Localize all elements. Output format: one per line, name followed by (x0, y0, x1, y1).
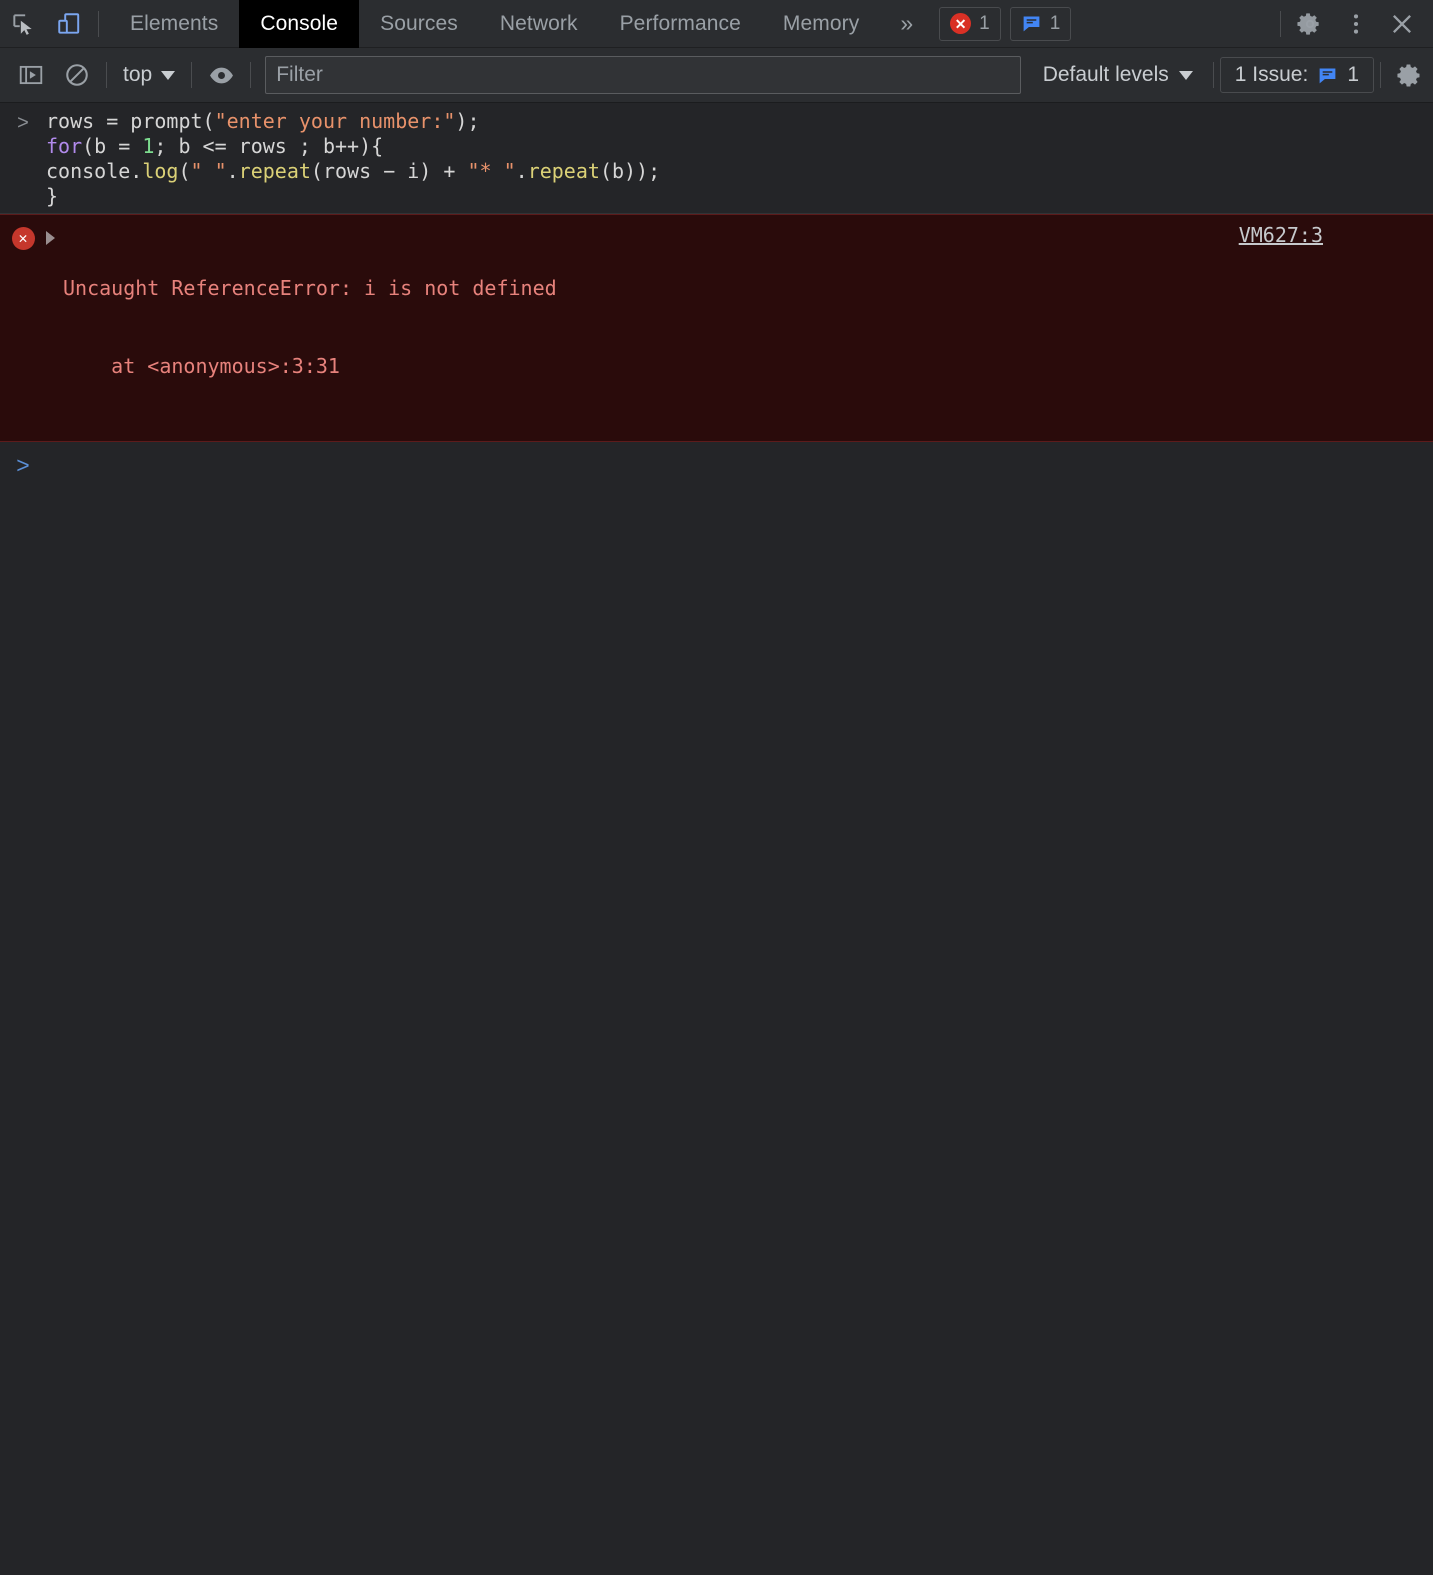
tabbar-divider (98, 10, 99, 37)
code-token: log (142, 159, 179, 183)
issues-label: 1 Issue: (1234, 63, 1309, 86)
clear-console-button[interactable] (54, 52, 100, 98)
console-settings-gear-icon (1396, 63, 1419, 87)
tabbar-right-controls (1274, 1, 1433, 47)
code-token: ( (202, 109, 215, 133)
code-token: "enter your number:" (214, 109, 456, 133)
log-levels-selector[interactable]: Default levels (1029, 63, 1207, 87)
input-caret-icon: > (16, 451, 30, 478)
error-stack-text: at <anonymous>:3:31 (63, 354, 340, 378)
device-toolbar-icon (58, 12, 80, 34)
code-token: 1 (142, 134, 155, 158)
inspect-element-icon (13, 13, 32, 35)
code-token: "* " (467, 159, 516, 183)
code-token: (rows − i) + (310, 159, 468, 183)
tab-performance[interactable]: Performance (599, 0, 762, 48)
create-live-expression-button[interactable] (198, 52, 244, 98)
error-count-badge[interactable]: ✕ 1 (939, 6, 1001, 41)
code-line: console.log(" ".repeat(rows − i) + "* ".… (46, 159, 660, 184)
code-token: repeat (238, 159, 311, 183)
code-token: ); (455, 109, 480, 133)
issue-message-icon (1319, 68, 1336, 83)
tab-elements[interactable]: Elements (109, 0, 239, 48)
devtools-tab-bar: Elements Console Sources Network Perform… (0, 0, 1433, 48)
tabbar-divider-right (1280, 10, 1281, 37)
kebab-menu-icon (1353, 13, 1359, 34)
console-message-list: > rows = prompt("enter your number:"); fo… (0, 103, 1433, 1575)
code-token: rows = (46, 109, 131, 133)
execution-context-label: top (123, 63, 153, 86)
close-icon (1393, 14, 1411, 33)
error-text-block: Uncaught ReferenceError: i is not define… (63, 223, 557, 431)
clear-console-icon (66, 64, 88, 86)
filterbar-divider-4 (1212, 62, 1214, 88)
expand-triangle-icon[interactable] (46, 231, 55, 245)
code-token: prompt (130, 109, 203, 133)
filterbar-divider-1 (106, 62, 107, 88)
code-token: for (46, 134, 83, 158)
tab-memory[interactable]: Memory (762, 0, 880, 48)
error-source-link[interactable]: VM627:3 (1239, 223, 1323, 247)
device-toolbar-button[interactable] (46, 1, 92, 47)
more-tabs-button[interactable]: » (880, 0, 933, 48)
console-settings-button[interactable] (1387, 52, 1433, 98)
code-token: (b)); (599, 159, 661, 183)
command-source-code: rows = prompt("enter your number:"); for(… (46, 109, 660, 209)
console-sidebar-icon (19, 65, 43, 85)
error-circle-icon: ✕ (11, 227, 35, 250)
inspect-element-button[interactable] (0, 1, 46, 47)
error-icon-cell: ✕ (0, 223, 46, 250)
code-token: " " (190, 159, 227, 183)
console-error-message[interactable]: ✕ Uncaught ReferenceError: i is not defi… (0, 214, 1433, 442)
log-levels-label: Default levels (1042, 63, 1169, 86)
devtools-settings-button[interactable] (1287, 1, 1333, 47)
code-token: . (226, 159, 239, 183)
code-line: rows = prompt("enter your number:"); (46, 109, 660, 134)
code-token: console. (46, 159, 143, 183)
code-token: . (515, 159, 528, 183)
error-circle-icon: ✕ (950, 13, 972, 34)
issues-summary-button[interactable]: 1 Issue: 1 (1219, 57, 1374, 93)
gear-icon (1297, 12, 1319, 35)
code-token: ; b <= rows ; b++){ (154, 134, 384, 158)
console-sidebar-toggle-button[interactable] (8, 52, 54, 98)
console-input-prompt[interactable]: > (0, 442, 1433, 482)
issues-count-label: 1 (1347, 63, 1359, 86)
chevron-down-icon (1178, 70, 1193, 80)
issue-count-label: 1 (1049, 12, 1061, 34)
close-devtools-button[interactable] (1379, 1, 1425, 47)
code-token: (b = (82, 134, 143, 158)
tab-network[interactable]: Network (479, 0, 599, 48)
filterbar-divider-5 (1380, 62, 1381, 88)
filterbar-divider-2 (191, 62, 193, 88)
code-token: } (46, 184, 59, 208)
error-count-label: 1 (979, 12, 990, 34)
console-filter-input[interactable] (265, 56, 1021, 94)
devtools-more-options-button[interactable] (1333, 1, 1379, 47)
tab-sources[interactable]: Sources (359, 0, 479, 48)
command-prompt-arrow: > (17, 112, 29, 134)
console-command-entry[interactable]: > rows = prompt("enter your number:"); fo… (0, 103, 1433, 214)
console-filter-toolbar: top Default levels 1 Issue: 1 (0, 48, 1433, 103)
code-line: } (46, 184, 660, 209)
filterbar-divider-3 (250, 62, 252, 88)
execution-context-selector[interactable]: top (113, 63, 185, 87)
issue-badges: ✕ 1 1 (939, 6, 1072, 41)
tab-console[interactable]: Console (239, 0, 360, 48)
code-token: repeat (527, 159, 600, 183)
error-message-text: Uncaught ReferenceError: i is not define… (63, 276, 557, 300)
code-token: ( (178, 159, 191, 183)
issue-count-badge[interactable]: 1 (1009, 6, 1072, 41)
panel-tabs: Elements Console Sources Network Perform… (109, 0, 880, 48)
issue-message-icon (1023, 16, 1040, 32)
chevron-down-icon (161, 70, 176, 80)
code-line: for(b = 1; b <= rows ; b++){ (46, 134, 660, 159)
live-expression-eye-icon (209, 67, 233, 83)
